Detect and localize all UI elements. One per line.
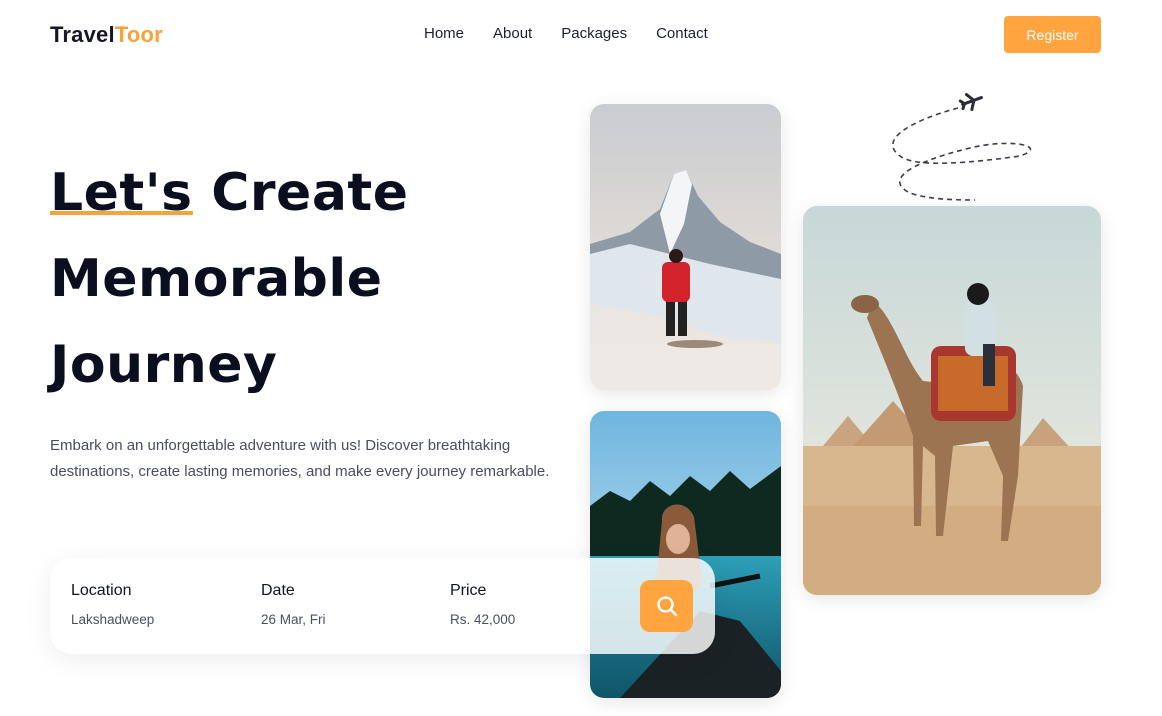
hero-headline: Let's Create Memorable Journey	[50, 150, 409, 408]
date-field[interactable]: Date 26 Mar, Fri	[261, 582, 326, 627]
date-label: Date	[261, 582, 295, 599]
brand-name-part1: Travel	[50, 22, 115, 47]
lake-kayak-photo	[590, 411, 781, 698]
nav-packages[interactable]: Packages	[561, 25, 627, 42]
nav-about[interactable]: About	[493, 25, 532, 42]
main-nav: Home About Packages Contact	[424, 25, 708, 42]
brand-name-part2: Toor	[114, 22, 163, 47]
mountain-hiker-photo	[590, 104, 781, 390]
date-value: 26 Mar, Fri	[261, 612, 326, 627]
airplane-icon	[958, 93, 983, 112]
headline-line1-rest: Create	[192, 163, 409, 223]
headline-underlined-word: Let's	[50, 163, 193, 223]
brand-logo[interactable]: TravelToor	[50, 22, 163, 48]
search-icon	[656, 596, 677, 617]
price-label: Price	[450, 582, 487, 599]
headline-line2: Memorable	[50, 249, 383, 309]
location-field[interactable]: Location Lakshadweep	[71, 582, 154, 627]
search-button[interactable]	[640, 580, 693, 632]
nav-home[interactable]: Home	[424, 25, 464, 42]
location-value: Lakshadweep	[71, 612, 155, 627]
price-value: Rs. 42,000	[450, 612, 516, 627]
price-field[interactable]: Price Rs. 42,000	[450, 582, 515, 627]
register-button[interactable]: Register	[1004, 16, 1101, 53]
headline-line3: Journey	[50, 335, 278, 395]
flight-path-decoration	[892, 93, 1032, 201]
hero-description: Embark on an unforgettable adventure wit…	[50, 437, 550, 480]
nav-contact[interactable]: Contact	[656, 25, 708, 42]
search-card: Location Lakshadweep Date 26 Mar, Fri Pr…	[50, 558, 715, 654]
location-label: Location	[71, 582, 132, 599]
camel-pyramids-photo	[803, 206, 1101, 595]
